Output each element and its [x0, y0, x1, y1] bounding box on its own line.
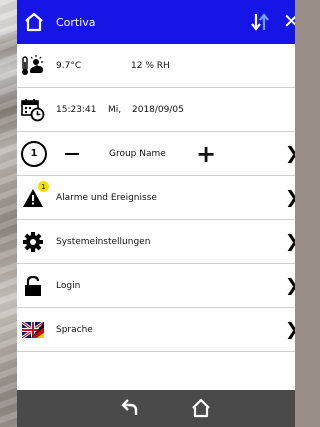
group-number-badge: 1: [21, 140, 47, 167]
menu-item-label: Sprache: [56, 324, 93, 335]
gear-icon: [21, 230, 45, 254]
calendar-clock-icon: [21, 98, 45, 122]
chevron-right-icon: ❯: [285, 320, 295, 340]
chevron-right-icon: ❯: [285, 232, 295, 252]
footer-bar: [17, 390, 295, 427]
date-value: 2018/09/05: [132, 104, 184, 115]
menu-item-label: Login: [56, 280, 81, 291]
unlock-icon: [21, 274, 45, 298]
flag-uk-de-icon: [21, 318, 45, 342]
chevron-right-icon[interactable]: ❯: [285, 144, 295, 164]
time-value: 15:23:41: [56, 104, 97, 115]
menu-item-login[interactable]: Login ❯: [17, 264, 295, 308]
alarm-count-badge: 1: [38, 181, 49, 192]
menu-item-alarms[interactable]: 1 Alarme und Ereignisse ❯: [17, 176, 295, 220]
weather-row: 9.7°C 12 % RH: [17, 44, 295, 88]
menu-item-label: Alarme und Ereignisse: [56, 192, 157, 203]
home-icon[interactable]: [191, 398, 211, 422]
weekday-value: Mi,: [108, 104, 122, 115]
chevron-right-icon: ❯: [285, 188, 295, 208]
menu-item-label: Systemeinstellungen: [56, 236, 151, 247]
menu-item-language[interactable]: Sprache ❯: [17, 308, 295, 352]
group-selector-row: 1 Group Name + ❯: [17, 132, 295, 176]
temperature-value: 9.7°C: [56, 60, 82, 71]
thermometer-sun-cloud-icon: [21, 54, 45, 78]
menu-item-system-settings[interactable]: Systemeinstellungen ❯: [17, 220, 295, 264]
sort-arrows-icon[interactable]: [250, 12, 270, 36]
group-name: Group Name: [109, 148, 166, 159]
chevron-right-icon: ❯: [285, 276, 295, 296]
side-menu-panel: Cortiva ✕ 9.7°C 12 % RH 15:23:41 Mi, 201…: [17, 0, 295, 427]
humidity-value: 12 % RH: [131, 60, 170, 71]
header-bar: Cortiva ✕: [17, 0, 295, 44]
app-title: Cortiva: [56, 15, 96, 29]
home-icon[interactable]: [24, 11, 46, 33]
datetime-row: 15:23:41 Mi, 2018/09/05: [17, 88, 295, 132]
group-next-button[interactable]: +: [196, 142, 216, 166]
close-icon[interactable]: ✕: [283, 10, 295, 32]
back-arrow-icon[interactable]: [120, 399, 140, 423]
group-previous-button[interactable]: [65, 152, 79, 155]
